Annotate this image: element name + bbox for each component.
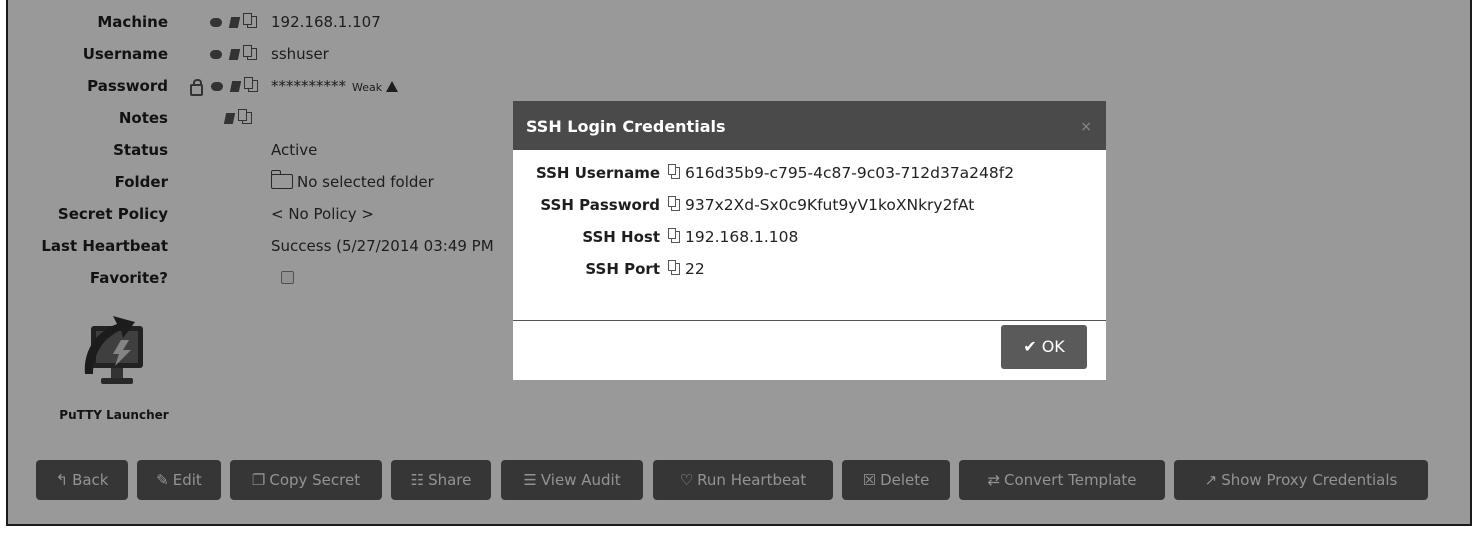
check-icon: ✔ (1023, 337, 1037, 356)
ssh-password-label: SSH Password (540, 196, 660, 214)
copy-icon[interactable] (668, 196, 680, 211)
modal-row-host: SSH Host 192.168.1.108 (513, 221, 1106, 253)
ssh-host-value: 192.168.1.108 (668, 221, 799, 253)
modal-row-password: SSH Password 937x2Xd-Sx0c9Kfut9yV1koXNkr… (513, 189, 1106, 221)
ssh-port-text: 22 (685, 260, 705, 278)
modal-row-port: SSH Port 22 (513, 253, 1106, 285)
copy-icon[interactable] (668, 228, 680, 243)
ssh-username-value: 616d35b9-c795-4c87-9c03-712d37a248f2 (668, 157, 1015, 189)
close-icon[interactable]: × (1080, 101, 1092, 153)
ssh-password-value: 937x2Xd-Sx0c9Kfut9yV1koXNkry2fAt (668, 189, 975, 221)
modal-header: SSH Login Credentials × (513, 101, 1106, 150)
ssh-host-label: SSH Host (582, 228, 660, 246)
ok-button[interactable]: ✔ OK (1001, 325, 1087, 369)
window-frame: Machine 192.168.1.107 Username sshuser P… (6, 0, 1472, 526)
ssh-password-text: 937x2Xd-Sx0c9Kfut9yV1koXNkry2fAt (685, 196, 975, 214)
ssh-username-label: SSH Username (536, 164, 660, 182)
copy-icon[interactable] (668, 164, 680, 179)
ssh-port-value: 22 (668, 253, 705, 285)
ssh-port-label: SSH Port (585, 260, 660, 278)
ssh-host-text: 192.168.1.108 (685, 228, 799, 246)
copy-icon[interactable] (668, 260, 680, 275)
ssh-username-text: 616d35b9-c795-4c87-9c03-712d37a248f2 (685, 164, 1015, 182)
modal-row-username: SSH Username 616d35b9-c795-4c87-9c03-712… (513, 157, 1106, 189)
ok-label: OK (1041, 337, 1065, 356)
ssh-credentials-modal: SSH Login Credentials × SSH Username 616… (513, 101, 1106, 380)
modal-title: SSH Login Credentials (526, 117, 726, 136)
modal-divider (513, 320, 1106, 321)
